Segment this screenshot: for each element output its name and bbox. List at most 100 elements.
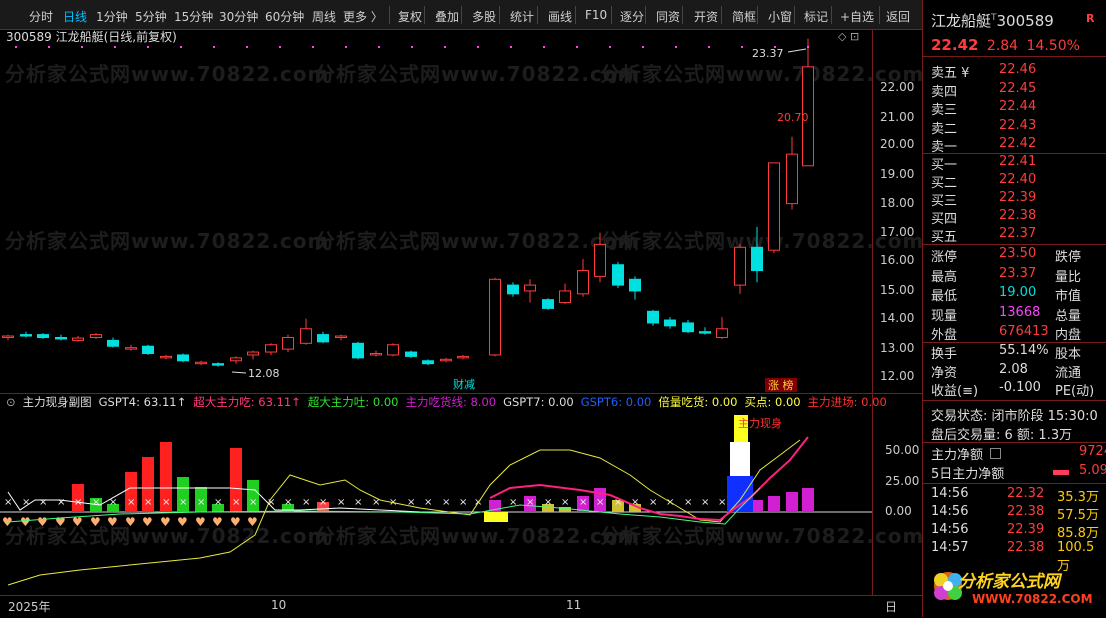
toolbar-item[interactable]: 周线: [312, 8, 336, 25]
quote-right-label: PE(动): [1055, 384, 1095, 399]
quote-row: 买一 22.41: [931, 154, 1103, 173]
gspt6-bar: [727, 476, 753, 512]
toolbar-item[interactable]: 叠加: [435, 8, 459, 25]
x-marker: ×: [354, 497, 362, 508]
toolbar-item[interactable]: 30分钟: [219, 8, 258, 25]
toolbar-item[interactable]: 小窗: [768, 8, 792, 25]
heart-marker: ♥: [212, 515, 223, 529]
toolbar-item[interactable]: 复权: [398, 8, 422, 25]
x-marker: ×: [127, 497, 135, 508]
tick-vol: 57.5万: [1057, 508, 1099, 523]
candle: [195, 360, 207, 366]
toolbar-item[interactable]: 开资: [694, 8, 718, 25]
toolbar-item[interactable]: 日线: [63, 8, 87, 25]
event-zhangbang[interactable]: 涨 榜: [768, 378, 794, 392]
quote-right-label: 量比: [1055, 269, 1082, 285]
candle: [335, 334, 347, 341]
toolbar-item[interactable]: 逐分: [620, 8, 644, 25]
net-flow-bar: [1053, 470, 1069, 475]
x-marker: ×: [701, 497, 709, 508]
heart-marker: ♥: [37, 515, 48, 529]
heart-marker: ♥: [107, 515, 118, 529]
period-tab[interactable]: 日: [885, 598, 897, 615]
quote-value: 23.37: [999, 265, 1037, 281]
toolbar-item[interactable]: 5分钟: [135, 8, 167, 25]
candle: [212, 362, 224, 367]
quote-row: 卖五 ¥ 22.46: [931, 62, 1103, 81]
quote-row: 卖四 22.45: [931, 81, 1103, 100]
toolbar-item[interactable]: 统计: [510, 8, 534, 25]
candle: [422, 359, 434, 366]
toolbar-separator: [537, 6, 538, 24]
quote-row: 买二 22.40: [931, 172, 1103, 191]
x-marker: ×: [442, 497, 450, 508]
price-tick: 17.00: [880, 225, 915, 239]
toolbar-separator: [682, 6, 683, 24]
candle: [542, 298, 554, 310]
indicator-value: 倍量吃货: 0.00: [658, 395, 738, 409]
gspt4-bar: [730, 442, 750, 476]
price-tick: 18.00: [880, 196, 915, 210]
candle: [440, 357, 452, 363]
candle: [802, 38, 814, 167]
toolbar-item[interactable]: 标记: [804, 8, 828, 25]
signal-dot: [345, 46, 347, 48]
quote-label: 外盘: [931, 328, 958, 343]
indicator-bar: [786, 492, 798, 512]
detail-icon[interactable]: [990, 448, 1001, 459]
heart-marker: ♥: [247, 515, 258, 529]
tick-row: 14:56 22.38 57.5万: [931, 504, 1103, 523]
quote-row: 买四 22.38: [931, 208, 1103, 227]
quote-value: 676413: [999, 324, 1049, 339]
toolbar-item[interactable]: 简框: [732, 8, 756, 25]
price-tick: 15.00: [880, 283, 915, 297]
x-axis: 2025年 10 11 日: [0, 595, 922, 618]
indicator-collapse-icon[interactable]: ⊙: [6, 395, 16, 409]
x-marker: ×: [579, 497, 587, 508]
heart-marker: ♥: [142, 515, 153, 529]
signal-dot: [642, 46, 644, 48]
indicator-value: GSPT4: 63.11↑: [98, 395, 187, 409]
x-marker: ×: [596, 497, 604, 508]
toolbar-item[interactable]: 画线: [548, 8, 572, 25]
quote-row: 主力净额 97243: [931, 444, 1106, 463]
toolbar-item[interactable]: 返回: [886, 8, 910, 25]
x-marker: ×: [337, 497, 345, 508]
candle: [594, 232, 606, 283]
indicator-title: ⊙ 主力现身副图 GSPT4: 63.11↑ 超大主力吃: 63.11↑ 超大主力吐: …: [6, 394, 901, 410]
x-marker: ×: [544, 497, 552, 508]
x-marker: ×: [718, 497, 726, 508]
toolbar-item[interactable]: 更多 〉: [343, 8, 383, 25]
signal-dot: [609, 46, 611, 48]
candle: [107, 337, 119, 348]
toolbar-separator: [794, 6, 795, 24]
toolbar-separator: [879, 6, 880, 24]
x-marker: ×: [649, 497, 657, 508]
after-hours-volume: 盘后交易量: 6 额: 1.3万: [931, 428, 1073, 443]
candlestick-chart[interactable]: 23.37 20.70 12.08 财减 涨 榜主力现身 × × × × × × × × × × × × × × × ×…: [0, 30, 872, 595]
quote-row: 卖一 22.42: [931, 136, 1103, 155]
quote-row: 最低 19.00 市值: [931, 285, 1103, 304]
tick-price: 22.38: [1007, 540, 1045, 555]
quote-label: 最低: [931, 289, 958, 304]
x-marker: ×: [459, 497, 467, 508]
x-label-year: 2025年: [8, 600, 51, 614]
toolbar-item[interactable]: 15分钟: [174, 8, 213, 25]
toolbar-item[interactable]: 60分钟: [265, 8, 304, 25]
quote-right-label: 内盘: [1055, 328, 1082, 343]
stock-name: 江龙船艇: [931, 12, 992, 30]
r-badge: R: [1086, 12, 1095, 25]
signal-dot: [114, 46, 116, 48]
quote-value: 22.43: [999, 117, 1037, 133]
candle: [265, 343, 277, 355]
toolbar-item[interactable]: 同资: [656, 8, 680, 25]
event-caijian[interactable]: 财减: [453, 377, 475, 391]
quote-value: 22.37: [999, 226, 1037, 241]
toolbar-item[interactable]: F10: [585, 8, 607, 22]
toolbar-item[interactable]: +自选: [840, 8, 874, 25]
toolbar-item[interactable]: 多股: [472, 8, 496, 25]
signal-dot: [543, 46, 545, 48]
tick-time: 14:56: [931, 522, 969, 537]
toolbar-item[interactable]: 1分钟: [96, 8, 128, 25]
toolbar-item[interactable]: 分时: [29, 8, 53, 25]
